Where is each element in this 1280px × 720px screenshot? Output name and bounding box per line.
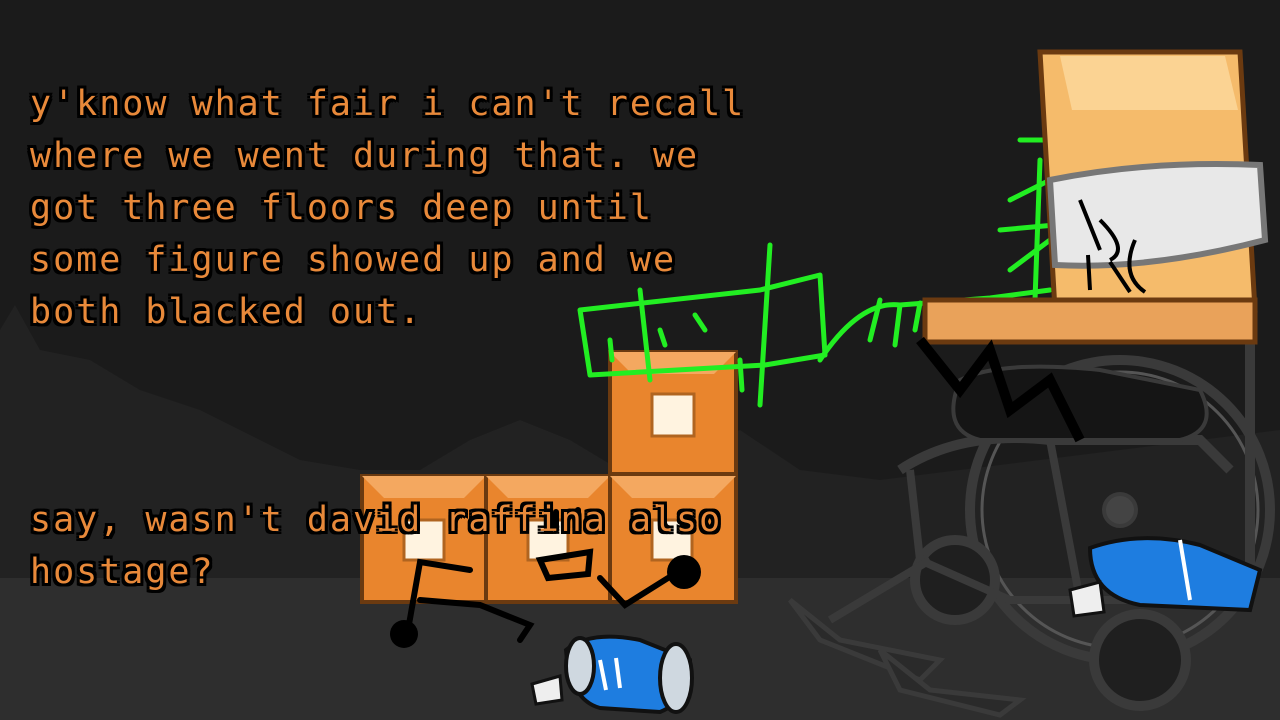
dialogue-paragraph-1: y'know what fair i can't recall where we… <box>30 84 746 332</box>
scene: y'know what fair i can't recall where we… <box>0 0 1280 720</box>
dialogue-paragraph-2: say, wasn't david raffina also hostage? <box>30 500 723 592</box>
dialogue-spacer <box>30 390 810 442</box>
box-character-with-bandage <box>922 49 1269 345</box>
dialogue-box: y'know what fair i can't recall where we… <box>30 26 810 650</box>
